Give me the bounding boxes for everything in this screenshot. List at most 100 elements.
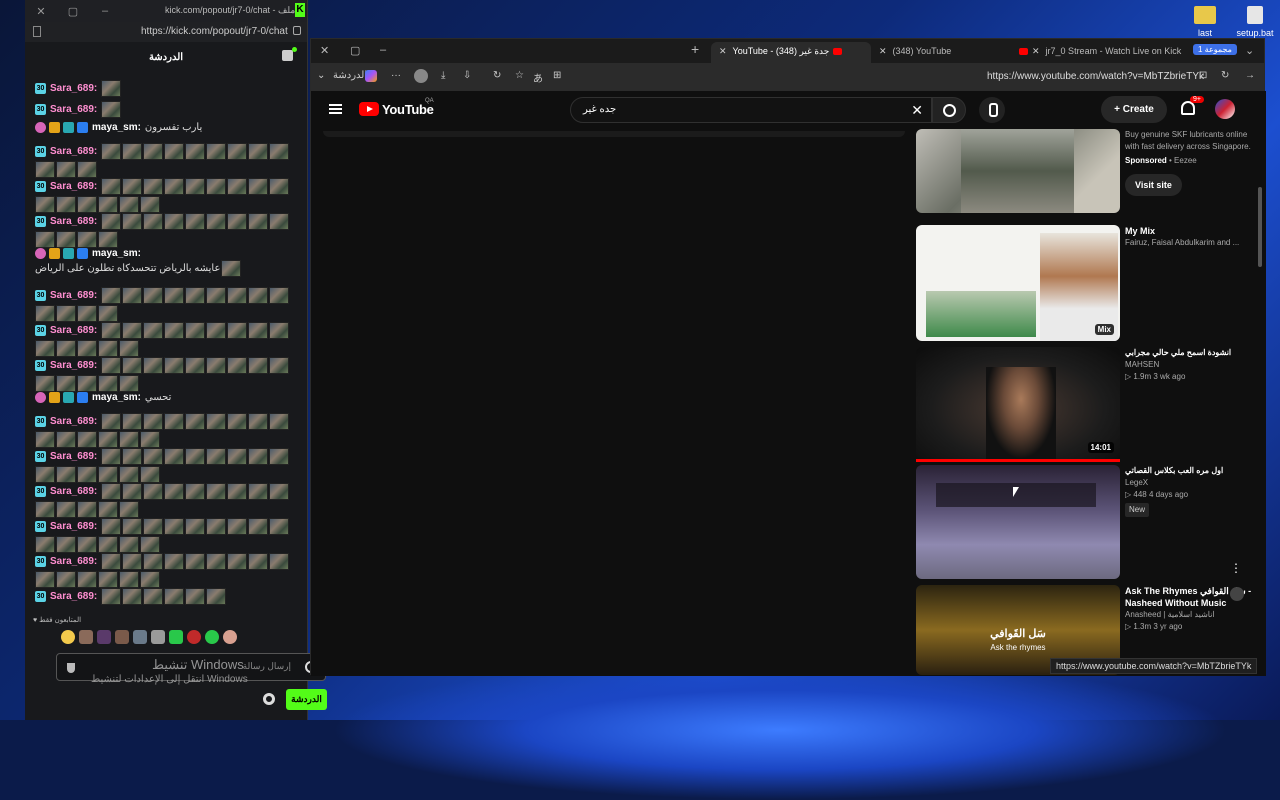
chat-emote[interactable] xyxy=(77,430,97,448)
chat-emote[interactable] xyxy=(206,552,227,570)
more-options-icon[interactable]: ⋮ xyxy=(1230,561,1242,575)
chat-emote[interactable] xyxy=(98,304,118,322)
chat-emote[interactable] xyxy=(56,374,76,392)
chat-emote[interactable] xyxy=(269,412,290,430)
chat-emote[interactable] xyxy=(119,500,139,518)
chat-username[interactable]: maya_sm: xyxy=(92,392,141,403)
close-window-icon[interactable]: ✕ xyxy=(320,44,329,57)
chat-emote[interactable] xyxy=(122,482,143,500)
chat-emote[interactable] xyxy=(101,356,122,374)
close-tab-icon[interactable]: ✕ xyxy=(1032,46,1040,56)
chat-emote[interactable] xyxy=(164,286,185,304)
chat-emote[interactable] xyxy=(98,339,118,357)
forward-arrow-icon[interactable]: → xyxy=(1245,70,1255,81)
chat-emote[interactable] xyxy=(185,482,206,500)
chat-emote[interactable] xyxy=(164,143,185,160)
chat-username[interactable]: Sara_689: xyxy=(50,556,97,567)
chat-emote[interactable] xyxy=(164,213,185,230)
chat-emote[interactable] xyxy=(101,143,122,160)
chat-emote[interactable] xyxy=(98,231,118,248)
sidebar-chat-label[interactable]: الدردشة xyxy=(333,70,367,81)
chat-emote[interactable] xyxy=(122,412,143,430)
chat-emote[interactable] xyxy=(35,570,55,588)
close-tab-icon[interactable]: ✕ xyxy=(719,46,727,56)
desktop-icon-last[interactable]: last xyxy=(1180,6,1230,38)
chat-emote[interactable] xyxy=(35,304,55,322)
chat-emote[interactable] xyxy=(101,587,122,605)
new-tab-icon[interactable]: + xyxy=(691,41,699,57)
chat-emote[interactable] xyxy=(185,587,206,605)
chat-emote[interactable] xyxy=(185,286,206,304)
chat-emote[interactable] xyxy=(35,535,55,553)
chat-emote[interactable] xyxy=(269,213,290,230)
minimize-icon[interactable]: – xyxy=(89,5,121,17)
close-tab-icon[interactable]: ✕ xyxy=(879,46,887,56)
chat-emote[interactable] xyxy=(248,178,269,195)
chat-emote[interactable] xyxy=(269,482,290,500)
desktop-icon-setup[interactable]: setup.bat xyxy=(1230,6,1280,38)
chat-emote[interactable] xyxy=(143,587,164,605)
minimize-icon[interactable]: – xyxy=(380,44,386,56)
chat-emote[interactable] xyxy=(164,321,185,339)
search-input[interactable]: جده غير ✕ xyxy=(570,97,932,123)
emote-button[interactable] xyxy=(133,630,147,644)
lock-icon[interactable]: ⊡ xyxy=(1199,70,1207,81)
chat-emote[interactable] xyxy=(269,552,290,570)
chat-emote[interactable] xyxy=(143,178,164,195)
recommendation-video[interactable]: اول مره العب بكلاس القصاتي LegeX ▷ 448 4… xyxy=(916,465,1256,579)
clear-search-icon[interactable]: ✕ xyxy=(911,102,923,119)
chat-emote[interactable] xyxy=(101,101,122,118)
emote-button[interactable] xyxy=(79,630,93,644)
chat-emote[interactable] xyxy=(98,374,118,392)
chat-emote[interactable] xyxy=(269,517,290,535)
chat-emote[interactable] xyxy=(77,374,97,392)
chat-emote[interactable] xyxy=(206,482,227,500)
settings-gear-icon[interactable] xyxy=(263,693,275,705)
youtube-logo-text[interactable]: YouTube xyxy=(382,102,434,117)
chat-emote[interactable] xyxy=(56,196,76,213)
emote-button[interactable] xyxy=(115,630,129,644)
chat-username[interactable]: Sara_689: xyxy=(50,181,97,192)
chat-emote[interactable] xyxy=(101,178,122,195)
chat-emote[interactable] xyxy=(185,447,206,465)
popout-url[interactable]: https://kick.com/popout/jr7-0/chat xyxy=(141,26,288,37)
chat-emote[interactable] xyxy=(227,356,248,374)
chat-emote[interactable] xyxy=(56,339,76,357)
chat-emote[interactable] xyxy=(164,178,185,195)
chat-emote[interactable] xyxy=(248,213,269,230)
chat-emote[interactable] xyxy=(77,535,97,553)
chat-emote[interactable] xyxy=(119,465,139,483)
chat-emote[interactable] xyxy=(221,260,242,277)
chat-message-list[interactable]: 30 Sara_689: 30 Sara_689: maya_sm: يارب تفسرو… xyxy=(25,78,308,614)
create-button[interactable]: + Create xyxy=(1101,96,1167,123)
chat-emote[interactable] xyxy=(269,178,290,195)
chat-emote[interactable] xyxy=(122,517,143,535)
chat-emote[interactable] xyxy=(164,552,185,570)
emote-button[interactable] xyxy=(205,630,219,644)
chat-emote[interactable] xyxy=(56,304,76,322)
video-thumbnail[interactable] xyxy=(916,465,1120,579)
translate-icon[interactable]: あ xyxy=(533,70,543,85)
chat-emote[interactable] xyxy=(143,286,164,304)
chat-emote[interactable] xyxy=(269,321,290,339)
chat-emote[interactable] xyxy=(140,570,160,588)
chat-emote[interactable] xyxy=(35,196,55,213)
chat-username[interactable]: Sara_689: xyxy=(50,290,97,301)
chat-emote[interactable] xyxy=(122,587,143,605)
chat-emote[interactable] xyxy=(185,321,206,339)
chat-emote[interactable] xyxy=(164,356,185,374)
chat-emote[interactable] xyxy=(185,412,206,430)
emote-button[interactable] xyxy=(187,630,201,644)
chat-username[interactable]: Sara_689: xyxy=(50,416,97,427)
chat-emote[interactable] xyxy=(143,213,164,230)
avatar[interactable] xyxy=(1215,99,1235,119)
chat-emote[interactable] xyxy=(77,231,97,248)
chat-emote[interactable] xyxy=(185,552,206,570)
chat-emote[interactable] xyxy=(77,161,97,178)
chat-emote[interactable] xyxy=(101,482,122,500)
chat-username[interactable]: Sara_689: xyxy=(50,451,97,462)
ad-thumbnail[interactable] xyxy=(916,129,1120,213)
chat-emote[interactable] xyxy=(206,213,227,230)
chat-emote[interactable] xyxy=(56,430,76,448)
chat-emote[interactable] xyxy=(143,143,164,160)
